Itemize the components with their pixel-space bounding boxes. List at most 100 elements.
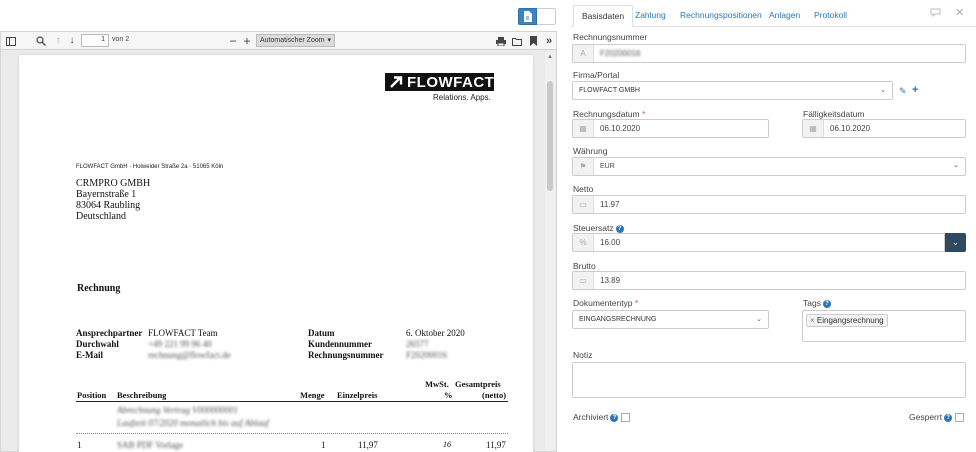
col-position: Position [77, 390, 107, 400]
page-count-label: von 2 [112, 36, 130, 43]
contact-labels: Ansprechpartner Durchwahl E-Mail [76, 328, 142, 361]
pdf-scrollbar[interactable]: ▲ [545, 51, 555, 451]
close-icon[interactable]: ✕ [955, 6, 964, 19]
tag-chip-label: Eingangsrechnung [816, 316, 884, 325]
edit-icon[interactable]: ✎ [899, 86, 907, 97]
dokumenttyp-select[interactable]: EINGANGSRECHNUNG ⌄ [572, 310, 769, 329]
document-label: Rechnungsnummer [308, 350, 384, 360]
steuersatz-field[interactable]: % 16.00 [572, 233, 945, 252]
table-header-divider [76, 401, 508, 402]
steuersatz-dropdown-button[interactable]: ⌄ [945, 233, 966, 252]
notiz-textarea[interactable] [572, 362, 966, 398]
tab-protokoll[interactable]: Protokoll [814, 5, 847, 27]
chevron-down-icon: ⌄ [953, 162, 959, 169]
contact-label: Ansprechpartner [76, 328, 143, 338]
rechnungsnummer-label: Rechnungsnummer [573, 32, 648, 42]
faelligkeitsdatum-value: 06.10.2020 [830, 124, 871, 133]
scrollbar-thumb[interactable] [547, 81, 553, 191]
help-icon[interactable]: ? [615, 224, 624, 233]
help-icon[interactable]: ? [944, 413, 953, 422]
required-marker: * [642, 109, 646, 119]
remove-tag-icon[interactable]: × [810, 316, 815, 325]
firma-select[interactable]: FLOWFACT GMBH ⌄ [572, 81, 893, 100]
tags-input[interactable]: × Eingangsrechnung [802, 310, 966, 342]
gesperrt-label-text: Gesperrt [909, 412, 943, 422]
col-total: Gesamtpreis [455, 379, 501, 389]
open-file-icon[interactable] [511, 35, 523, 47]
money-icon: ▭ [573, 196, 594, 213]
steuersatz-label-text: Steuersatz [573, 223, 614, 233]
row-divider [76, 433, 508, 434]
recipient-line: 83064 Raubling [76, 200, 141, 211]
zoom-in-icon[interactable]: + [241, 35, 253, 47]
document-values: 6. Oktober 2020 26577 F20200016 [406, 328, 465, 361]
scroll-up-icon[interactable]: ▲ [547, 54, 553, 60]
print-icon[interactable] [495, 35, 507, 47]
chevron-down-icon: ⌄ [756, 316, 762, 323]
tag-chip[interactable]: × Eingangsrechnung [806, 314, 888, 327]
zoom-value: Automatischer Zoom [260, 37, 325, 44]
required-marker: * [634, 298, 639, 308]
page-number-input[interactable]: 1 [81, 34, 109, 47]
add-icon[interactable]: + [912, 84, 918, 96]
rechnungsnummer-value: F20200016 [600, 49, 641, 58]
netto-field[interactable]: ▭ 11.97 [572, 195, 966, 214]
firma-value: FLOWFACT GMBH [579, 87, 640, 94]
waehrung-select[interactable]: ⚑ EUR ⌄ [572, 157, 966, 176]
col-description: Beschreibung [117, 390, 167, 400]
archiviert-checkbox[interactable] [621, 413, 630, 422]
invoice-heading: Rechnung [77, 283, 121, 294]
rechnungsdatum-field[interactable]: ▦ 06.10.2020 [572, 119, 769, 138]
document-value: 26577 [406, 339, 429, 349]
tab-bar: Basisdaten Zahlung Rechnungspositionen A… [571, 0, 976, 27]
rechnungsdatum-value: 06.10.2020 [600, 124, 641, 133]
waehrung-value: EUR [600, 163, 615, 170]
contact-value: +49 221 99 96 40 [148, 339, 212, 349]
archiviert-label: Archiviert? [573, 412, 619, 422]
col-total-note: (netto) [482, 390, 507, 400]
gesperrt-checkbox[interactable] [955, 413, 964, 422]
tab-basisdaten[interactable]: Basisdaten [573, 5, 634, 27]
archiviert-label-text: Archiviert [573, 412, 609, 422]
arrow-logo-icon [390, 76, 403, 88]
dokumenttyp-label-text: Dokumententyp [573, 298, 633, 308]
comment-icon[interactable] [930, 8, 941, 19]
previous-page-icon[interactable]: ↑ [52, 35, 64, 47]
tab-zahlung[interactable]: Zahlung [635, 5, 666, 27]
col-vat-unit: % [444, 390, 453, 400]
tags-label-text: Tags [803, 298, 821, 308]
sidebar-toggle-icon[interactable] [5, 35, 17, 47]
document-label: Datum [308, 328, 335, 338]
pdf-view-button[interactable] [518, 8, 537, 25]
percent-icon: % [573, 234, 594, 251]
faelligkeitsdatum-field[interactable]: ▦ 06.10.2020 [802, 119, 966, 138]
notiz-label: Notiz [573, 350, 593, 360]
money-icon: ▭ [573, 272, 594, 289]
logo-slogan: Relations. Apps. [433, 93, 491, 102]
rechnungsnummer-field[interactable]: A F20200016 [572, 44, 966, 63]
more-tools-icon[interactable]: » [543, 35, 555, 47]
bookmark-icon[interactable] [527, 35, 539, 47]
rechnungsdatum-label: Rechnungsdatum * [573, 109, 645, 119]
search-icon[interactable] [35, 35, 47, 47]
contact-values: FLOWFACT Team +49 221 99 96 40 rechnung@… [148, 328, 231, 361]
alternate-view-button[interactable] [537, 8, 556, 25]
contact-label: E-Mail [76, 350, 103, 360]
row-unit-price: 11,97 [358, 440, 378, 450]
help-icon[interactable]: ? [822, 299, 831, 308]
next-page-icon[interactable]: ↓ [66, 35, 78, 47]
zoom-out-icon[interactable]: − [227, 35, 239, 47]
help-icon[interactable]: ? [610, 413, 619, 422]
contact-value: FLOWFACT Team [148, 328, 218, 338]
zoom-select[interactable]: Automatischer Zoom ▾ [256, 34, 335, 47]
chevron-down-icon: ⌄ [952, 238, 959, 247]
document-labels: Datum Kundennummer Rechnungsnummer [308, 328, 384, 361]
row-vat: 16 [443, 440, 451, 449]
recipient-address: CRMPRO GMBH Bayernstraße 1 83064 Raublin… [76, 178, 150, 222]
brutto-field[interactable]: ▭ 13.89 [572, 271, 966, 290]
tab-anlagen[interactable]: Anlagen [769, 5, 800, 27]
intro-line: Abrechnung Vertrag V000000001 [117, 405, 239, 415]
tab-rechnungspositionen[interactable]: Rechnungspositionen [680, 5, 762, 27]
netto-label: Netto [573, 184, 594, 194]
calendar-icon: ▦ [573, 120, 594, 137]
